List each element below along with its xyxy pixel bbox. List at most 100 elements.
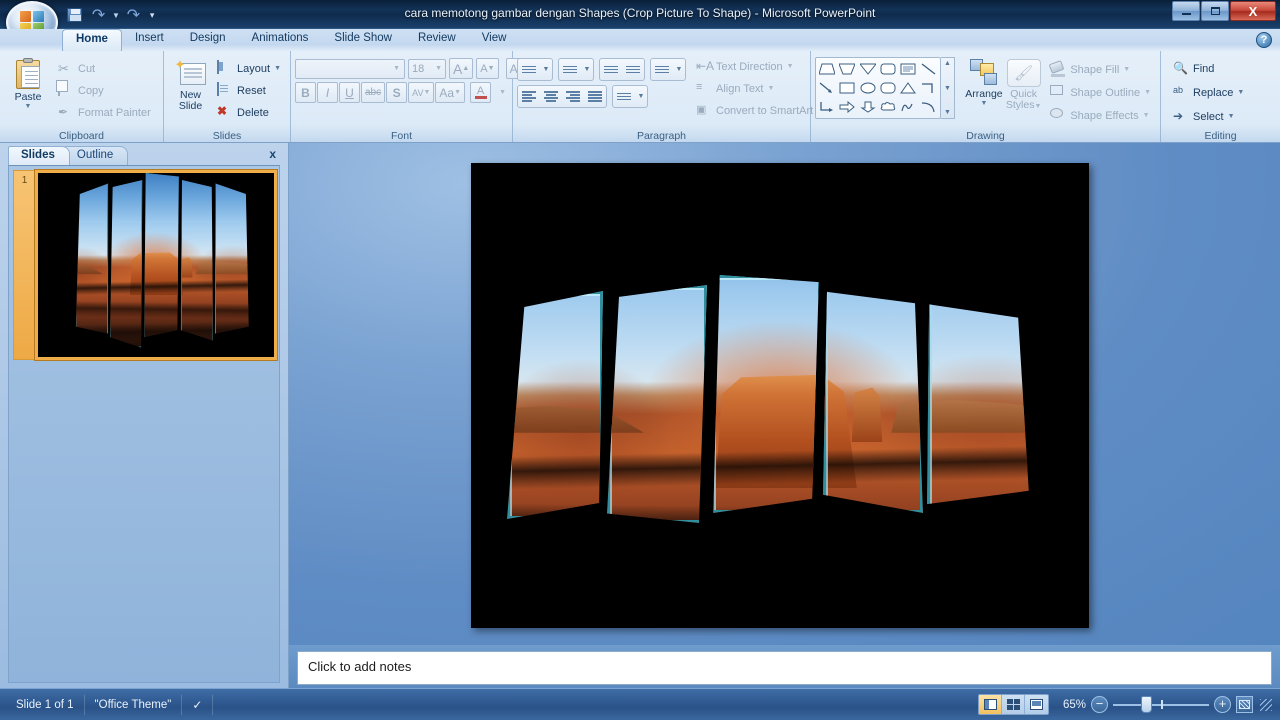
line-spacing-button[interactable] <box>651 59 673 80</box>
slide-show-button[interactable] <box>1025 695 1048 714</box>
quick-styles-button[interactable]: 🖌 Quick Styles▼ <box>1005 57 1042 112</box>
shape-effects-dropdown-icon[interactable]: ▼ <box>1143 112 1150 119</box>
notes-placeholder[interactable]: Click to add notes <box>297 651 1272 685</box>
shape-rectangle[interactable] <box>837 78 857 97</box>
close-button[interactable]: X <box>1230 1 1276 21</box>
convert-to-smartart-button[interactable]: ▣ Convert to SmartArt ▼ <box>694 100 829 121</box>
tab-slides[interactable]: Slides <box>8 146 70 165</box>
help-icon[interactable]: ? <box>1256 32 1272 48</box>
shape-triangle-up[interactable] <box>898 78 918 97</box>
shape-outline-dropdown-icon[interactable]: ▼ <box>1144 89 1151 96</box>
undo-dropdown-icon[interactable]: ▼ <box>112 11 120 20</box>
slide-sorter-button[interactable] <box>1002 695 1025 714</box>
shape-elbow-connector[interactable] <box>919 78 939 97</box>
shape-outline-button[interactable]: Shape Outline ▼ <box>1048 82 1156 103</box>
gallery-scroll-up-icon[interactable]: ▲ <box>944 60 951 67</box>
select-dropdown-icon[interactable]: ▼ <box>1228 113 1235 120</box>
shape-arrow-line[interactable] <box>817 78 837 97</box>
find-button[interactable]: 🔍 Find <box>1171 58 1249 79</box>
image-panel-1[interactable] <box>507 291 603 519</box>
tab-design[interactable]: Design <box>177 29 239 51</box>
shape-inverted-trapezoid[interactable] <box>837 59 857 78</box>
zoom-in-button[interactable]: + <box>1214 696 1231 713</box>
align-text-button[interactable]: ≡ Align Text ▼ <box>694 78 829 99</box>
shape-text-box[interactable] <box>898 59 918 78</box>
tab-insert[interactable]: Insert <box>122 29 177 51</box>
zoom-slider-thumb[interactable] <box>1141 696 1152 713</box>
tab-animations[interactable]: Animations <box>239 29 322 51</box>
tab-review[interactable]: Review <box>405 29 469 51</box>
slide-artwork[interactable] <box>471 163 1089 628</box>
bullets-button[interactable] <box>518 59 540 80</box>
save-icon[interactable] <box>64 5 85 25</box>
change-case-button[interactable]: Aa ▼ <box>435 82 466 103</box>
bold-button[interactable]: B <box>295 82 316 103</box>
align-left-button[interactable] <box>518 86 540 107</box>
zoom-slider[interactable] <box>1113 696 1209 713</box>
notes-pane[interactable]: Click to add notes <box>288 645 1280 688</box>
font-color-dropdown-icon[interactable]: ▼ <box>492 82 513 103</box>
shape-fill-button[interactable]: Shape Fill ▼ <box>1048 59 1156 80</box>
image-panel-4[interactable] <box>823 291 923 513</box>
normal-view-button[interactable] <box>979 695 1002 714</box>
numbering-button[interactable] <box>559 59 581 80</box>
numbering-dropdown-icon[interactable]: ▼ <box>581 59 593 80</box>
spell-check-icon[interactable]: ✓ <box>182 694 214 715</box>
underline-button[interactable]: U <box>339 82 360 103</box>
gallery-more-icon[interactable]: ▼ <box>944 109 951 116</box>
shape-down-arrow[interactable] <box>858 98 878 117</box>
layout-button[interactable]: Layout ▼ <box>215 58 286 79</box>
restore-button[interactable] <box>1201 1 1229 21</box>
slide-thumbnail-item[interactable]: 1 <box>13 170 277 360</box>
text-shadow-button[interactable]: S <box>386 82 408 103</box>
copy-button[interactable]: Copy <box>56 80 156 101</box>
line-spacing-dropdown-icon[interactable]: ▼ <box>673 59 685 80</box>
shape-rounded-rect-2[interactable] <box>878 78 898 97</box>
arrange-button[interactable]: Arrange ▼ <box>963 57 1005 107</box>
shape-trapezoid[interactable] <box>817 59 837 78</box>
replace-dropdown-icon[interactable]: ▼ <box>1237 89 1244 96</box>
shape-effects-button[interactable]: Shape Effects ▼ <box>1048 105 1156 126</box>
shrink-font-button[interactable]: A ▼ <box>476 58 499 79</box>
layout-dropdown-icon[interactable]: ▼ <box>274 65 281 72</box>
image-panel-5[interactable] <box>927 304 1029 505</box>
tab-outline[interactable]: Outline <box>63 146 129 165</box>
gallery-scroll-down-icon[interactable]: ▼ <box>944 85 951 92</box>
arrange-dropdown-icon[interactable]: ▼ <box>980 100 987 107</box>
shape-scribble[interactable] <box>898 98 918 117</box>
shape-fill-dropdown-icon[interactable]: ▼ <box>1123 66 1130 73</box>
font-name-dropdown-icon[interactable]: ▼ <box>393 65 400 72</box>
increase-indent-button[interactable] <box>622 59 644 80</box>
align-text-dropdown-icon[interactable]: ▼ <box>768 85 775 92</box>
shape-rounded-rect[interactable] <box>878 59 898 78</box>
zoom-out-button[interactable]: − <box>1091 696 1108 713</box>
shape-oval[interactable] <box>858 78 878 97</box>
align-right-button[interactable] <box>562 86 584 107</box>
format-painter-button[interactable]: ✒ Format Painter <box>56 102 156 123</box>
decrease-indent-button[interactable] <box>600 59 622 80</box>
resize-grip[interactable] <box>1260 698 1272 711</box>
slide-thumbnail-list[interactable]: 1 <box>8 165 280 683</box>
replace-button[interactable]: ab Replace ▼ <box>1171 82 1249 103</box>
font-color-button[interactable]: A <box>470 82 492 103</box>
new-slide-button[interactable]: ✦ New Slide <box>168 56 213 112</box>
text-direction-dropdown-icon[interactable]: ▼ <box>787 63 794 70</box>
minimize-button[interactable] <box>1172 1 1200 21</box>
justify-button[interactable] <box>584 86 606 107</box>
font-size-input[interactable]: 18 ▼ <box>408 58 446 79</box>
shape-triangle-down[interactable] <box>858 59 878 78</box>
tab-home[interactable]: Home <box>62 29 122 51</box>
current-slide[interactable] <box>471 163 1089 628</box>
shape-elbow-arrow[interactable] <box>817 98 837 117</box>
italic-button[interactable]: I <box>317 82 338 103</box>
slide-editing-area[interactable] <box>288 143 1280 645</box>
customize-qat-icon[interactable]: ▾ <box>147 10 155 21</box>
grow-font-button[interactable]: A ▲ <box>449 58 474 79</box>
zoom-level[interactable]: 65% <box>1054 699 1086 711</box>
redo-icon[interactable]: ↷ <box>123 5 144 25</box>
select-button[interactable]: ➔ Select ▼ <box>1171 106 1249 127</box>
reset-button[interactable]: Reset <box>215 80 286 101</box>
strikethrough-button[interactable]: abc <box>361 82 386 103</box>
paste-button[interactable]: Paste ▼ <box>4 56 52 110</box>
image-panel-3[interactable] <box>713 275 819 513</box>
